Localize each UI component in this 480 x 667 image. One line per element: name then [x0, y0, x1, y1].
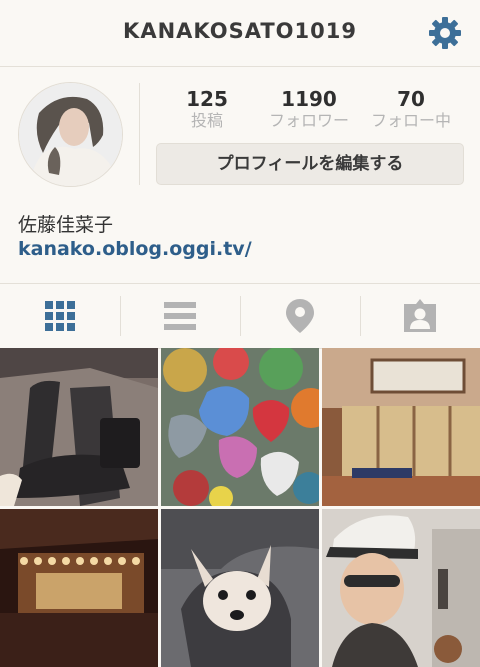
posts-label: 投稿: [190, 111, 223, 130]
tab-tagged[interactable]: [360, 284, 480, 348]
posts-stat[interactable]: 125 投稿: [152, 88, 262, 131]
display-name: 佐藤佳菜子: [18, 214, 114, 236]
following-stat[interactable]: 70 フォロー中: [356, 88, 466, 131]
followers-stat[interactable]: 1190 フォロワー: [254, 88, 364, 131]
photo-tile-balloons[interactable]: [161, 348, 319, 506]
tab-list[interactable]: [120, 284, 240, 348]
photo-tile-theater[interactable]: [0, 509, 158, 667]
followers-label: フォロワー: [268, 111, 349, 130]
photo-tile-boots[interactable]: [0, 348, 158, 506]
following-count: 70: [397, 87, 425, 111]
tagged-photos-icon: [404, 299, 436, 332]
posts-count: 125: [186, 87, 228, 111]
grid-icon: [45, 301, 75, 331]
username-title: KANAKOSATO1019: [123, 19, 357, 43]
profile-tab-bar: [0, 283, 480, 349]
following-label: フォロー中: [370, 111, 451, 130]
website-link[interactable]: kanako.oblog.oggi.tv/: [18, 238, 252, 260]
tab-location[interactable]: [240, 284, 360, 348]
photo-tile-cap-selfie[interactable]: [322, 509, 480, 667]
photo-tile-temple-room[interactable]: [322, 348, 480, 506]
tab-grid[interactable]: [0, 284, 120, 348]
gear-icon[interactable]: [426, 14, 464, 52]
location-pin-icon: [286, 299, 314, 333]
top-bar: KANAKOSATO1019: [0, 0, 480, 67]
photo-grid: [0, 348, 480, 667]
avatar[interactable]: [18, 82, 123, 187]
vertical-divider: [139, 83, 140, 185]
list-icon: [164, 302, 196, 330]
profile-section: 125 投稿 1190 フォロワー 70 フォロー中 プロフィールを編集する 佐…: [0, 67, 480, 283]
photo-tile-chihuahua[interactable]: [161, 509, 319, 667]
edit-profile-button[interactable]: プロフィールを編集する: [156, 143, 464, 185]
followers-count: 1190: [281, 87, 337, 111]
